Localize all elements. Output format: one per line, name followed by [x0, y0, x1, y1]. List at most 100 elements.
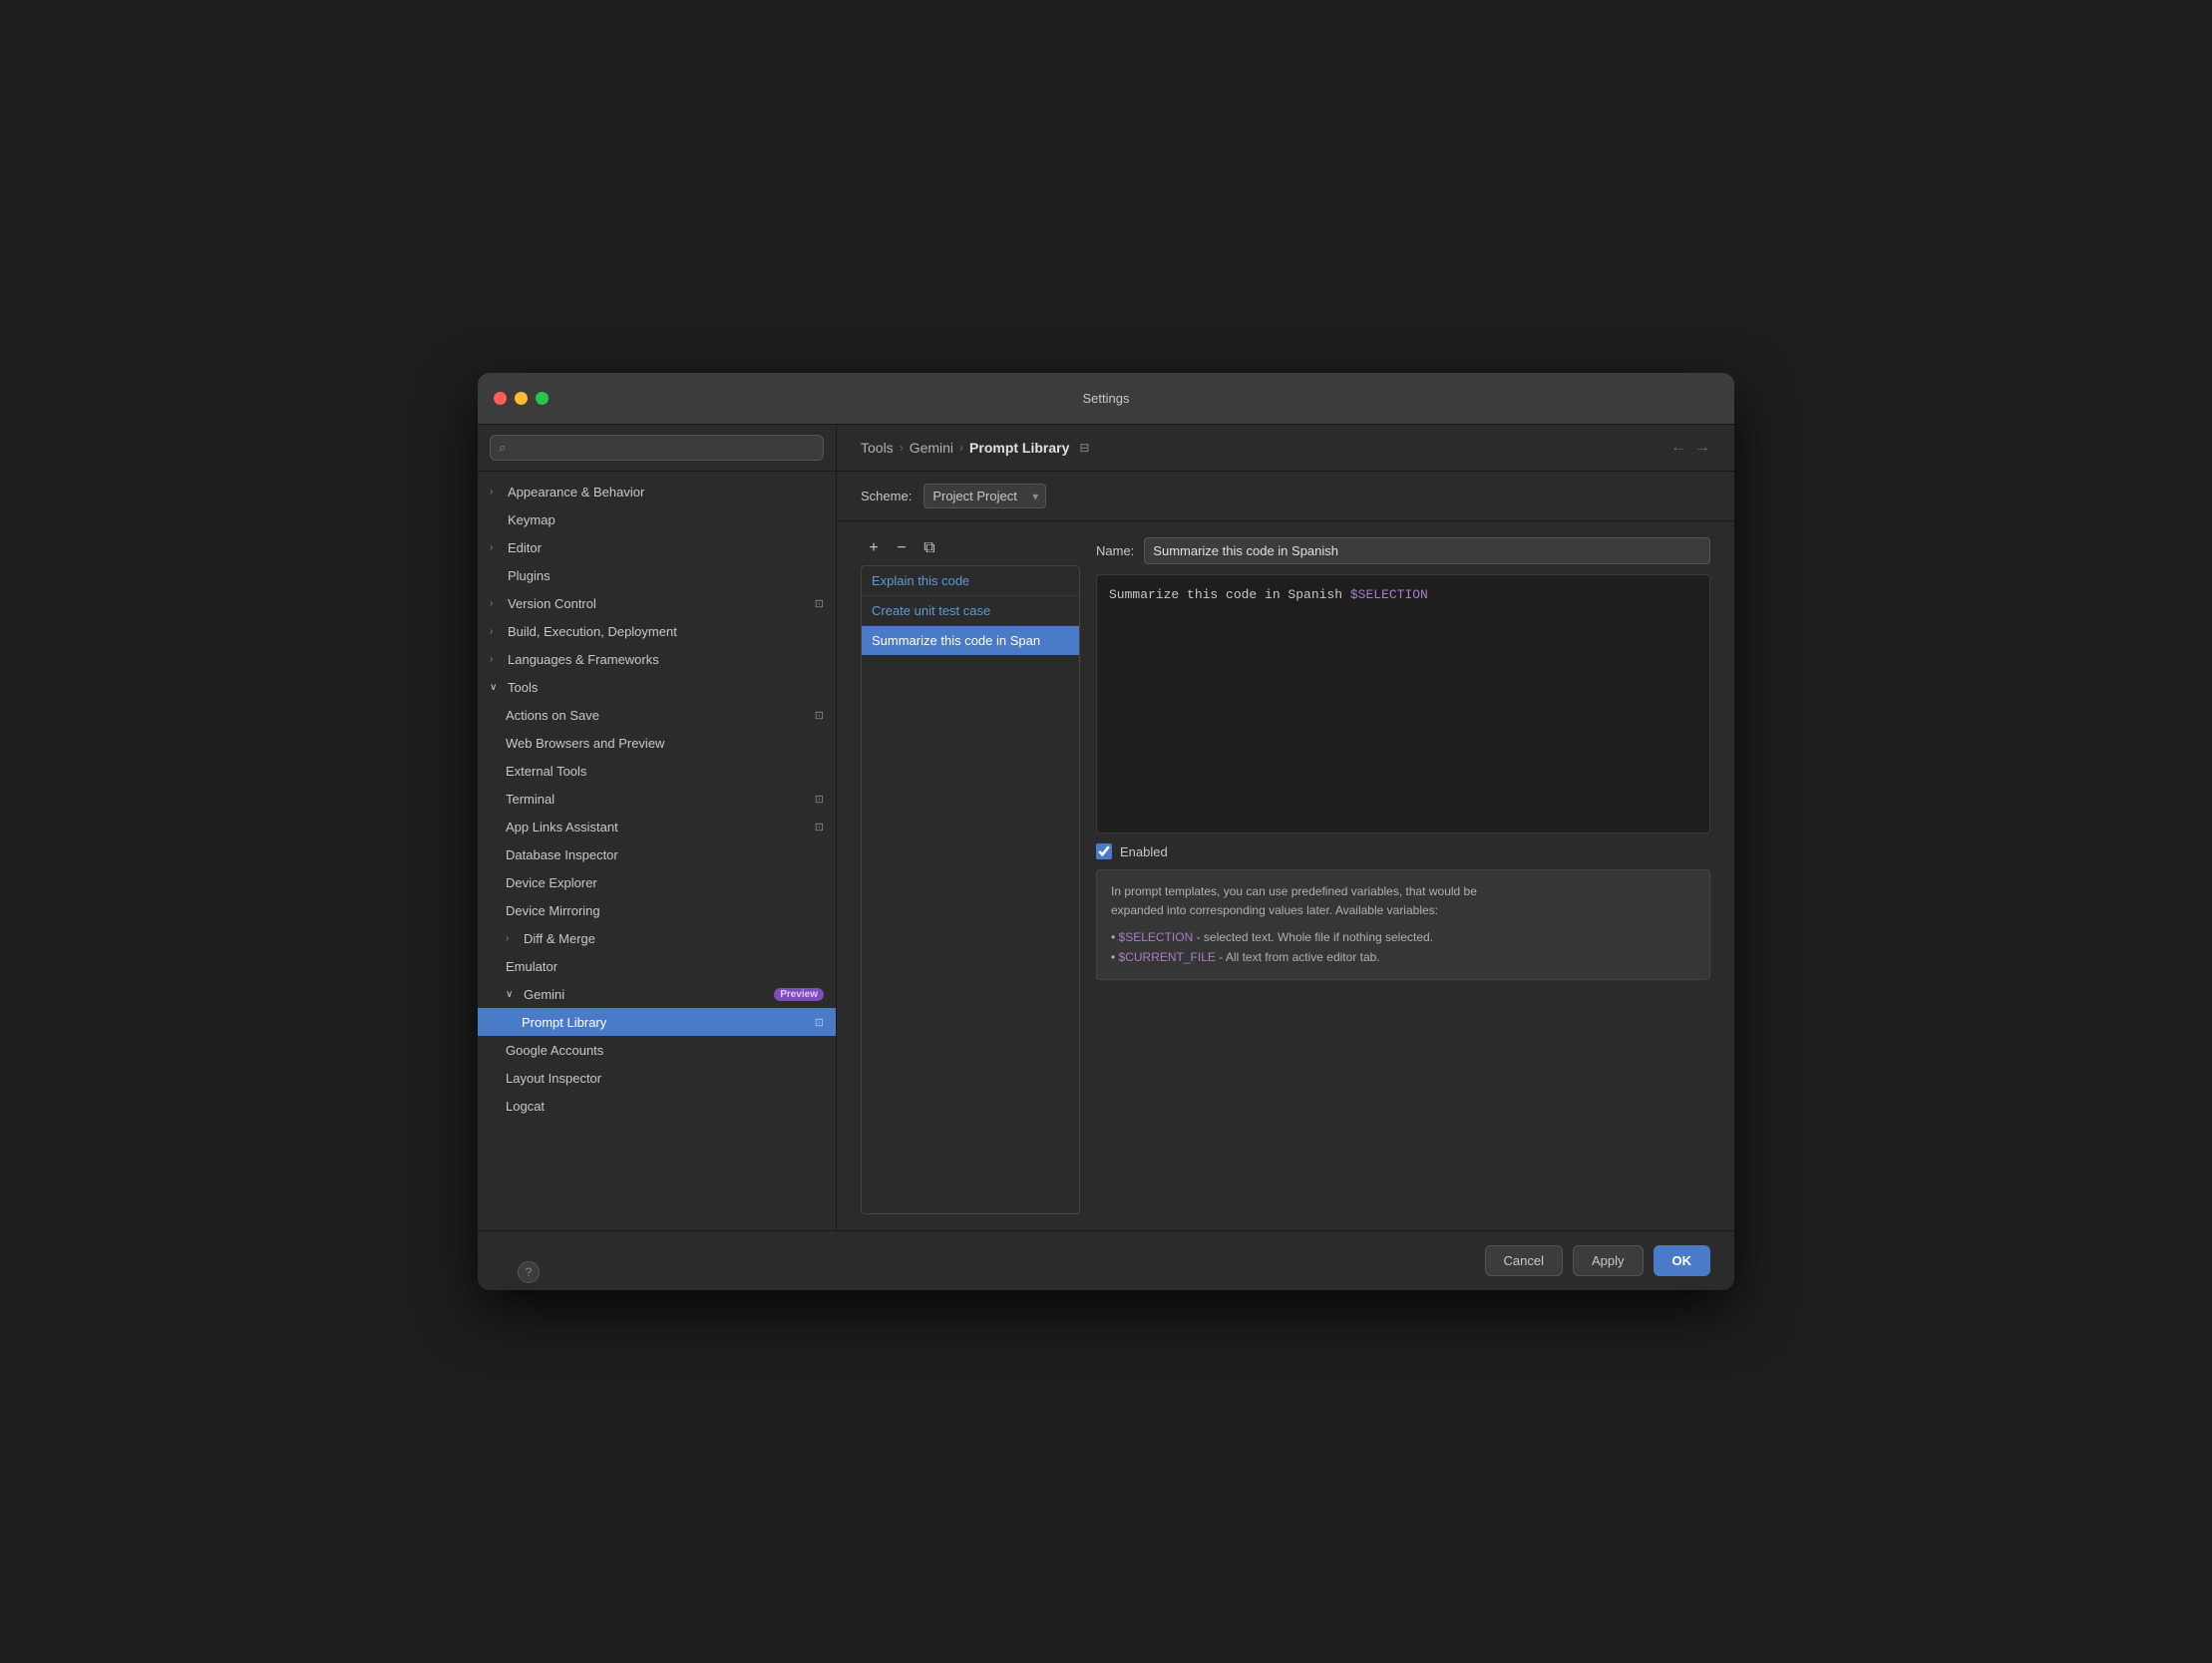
- copy-prompt-button[interactable]: ⧉: [917, 537, 942, 559]
- breadcrumb-bar: Tools › Gemini › Prompt Library ⊟ ← →: [837, 425, 1734, 472]
- sidebar-item-terminal[interactable]: Terminal ⊡: [478, 785, 836, 813]
- prompt-item-explain[interactable]: Explain this code: [862, 566, 1079, 596]
- sidebar-item-google-accounts[interactable]: Google Accounts: [478, 1036, 836, 1064]
- prompt-textarea[interactable]: Summarize this code in Spanish $SELECTIO…: [1096, 574, 1710, 833]
- sidebar-item-languages[interactable]: › Languages & Frameworks: [478, 645, 836, 673]
- search-wrapper: ⌕: [490, 435, 824, 461]
- info-bullet-1: • $SELECTION - selected text. Whole file…: [1111, 928, 1695, 947]
- content-panel: + − ⧉ Explain this code Create unit test…: [837, 521, 1734, 1230]
- detail-panel: Name: Summarize this code in Spanish $SE…: [1096, 537, 1710, 1214]
- sidebar-item-label: Prompt Library: [522, 1015, 811, 1030]
- sidebar-item-database-inspector[interactable]: Database Inspector: [478, 840, 836, 868]
- nav-forward-button[interactable]: →: [1694, 439, 1710, 457]
- prompt-editor-wrapper: Summarize this code in Spanish $SELECTIO…: [1096, 574, 1710, 833]
- sidebar-item-actions-on-save[interactable]: Actions on Save ⊡: [478, 701, 836, 729]
- sidebar-item-plugins[interactable]: Plugins: [478, 561, 836, 589]
- info-line1: In prompt templates, you can use predefi…: [1111, 882, 1695, 901]
- sidebar-item-label: Gemini: [524, 987, 770, 1002]
- sidebar-item-emulator[interactable]: Emulator: [478, 952, 836, 980]
- prompt-text-prefix: Summarize this code in Spanish: [1109, 587, 1350, 602]
- sidebar-item-device-explorer[interactable]: Device Explorer: [478, 868, 836, 896]
- scheme-dropdown[interactable]: Project Project: [923, 484, 1046, 508]
- info-bullet-2: • $CURRENT_FILE - All text from active e…: [1111, 948, 1695, 967]
- sidebar-item-app-links[interactable]: App Links Assistant ⊡: [478, 813, 836, 840]
- modified-indicator: ⊡: [815, 1016, 824, 1029]
- window-title: Settings: [1083, 391, 1130, 406]
- close-button[interactable]: [494, 392, 507, 405]
- name-input[interactable]: [1144, 537, 1710, 564]
- nav-arrows: ← →: [1670, 439, 1710, 457]
- chevron-icon: ›: [490, 542, 504, 553]
- sidebar-item-logcat[interactable]: Logcat: [478, 1092, 836, 1120]
- preview-badge: Preview: [774, 988, 824, 1001]
- breadcrumb-sep-1: ›: [900, 441, 904, 455]
- maximize-button[interactable]: [536, 392, 549, 405]
- chevron-down-icon: ∨: [506, 989, 520, 1000]
- search-input[interactable]: [512, 441, 815, 456]
- breadcrumb-sep-2: ›: [959, 441, 963, 455]
- chevron-icon: ›: [490, 598, 504, 609]
- chevron-icon: ›: [490, 654, 504, 665]
- add-prompt-button[interactable]: +: [861, 537, 887, 559]
- apply-button[interactable]: Apply: [1573, 1245, 1644, 1276]
- cancel-button[interactable]: Cancel: [1485, 1245, 1563, 1276]
- prompt-list: Explain this code Create unit test case …: [861, 565, 1080, 1214]
- prompt-keyword: $SELECTION: [1350, 587, 1428, 602]
- modified-indicator: ⊡: [815, 793, 824, 806]
- sidebar-item-label: Actions on Save: [506, 708, 811, 723]
- sidebar-item-label: Database Inspector: [506, 847, 824, 862]
- sidebar-item-web-browsers[interactable]: Web Browsers and Preview: [478, 729, 836, 757]
- current-file-keyword: $CURRENT_FILE: [1119, 950, 1216, 964]
- chevron-down-icon: ∨: [490, 682, 504, 693]
- sidebar-item-label: App Links Assistant: [506, 820, 811, 834]
- sidebar-item-label: Keymap: [508, 512, 824, 527]
- sidebar-item-layout-inspector[interactable]: Layout Inspector: [478, 1064, 836, 1092]
- sidebar-item-label: Version Control: [508, 596, 811, 611]
- list-toolbar: + − ⧉: [861, 537, 1080, 559]
- sidebar-item-editor[interactable]: › Editor: [478, 533, 836, 561]
- footer: ? Cancel Apply OK: [478, 1230, 1734, 1290]
- chevron-icon: ›: [490, 487, 504, 498]
- scheme-row: Scheme: Project Project: [837, 472, 1734, 521]
- search-bar: ⌕: [478, 425, 836, 472]
- breadcrumb-prompt-library[interactable]: Prompt Library: [969, 440, 1069, 456]
- sidebar-item-tools[interactable]: ∨ Tools: [478, 673, 836, 701]
- titlebar: Settings: [478, 373, 1734, 425]
- sidebar-item-prompt-library[interactable]: Prompt Library ⊡: [478, 1008, 836, 1036]
- info-box: In prompt templates, you can use predefi…: [1096, 869, 1710, 980]
- sidebar-item-label: Languages & Frameworks: [508, 652, 824, 667]
- sidebar-tree: › Appearance & Behavior Keymap › Editor …: [478, 472, 836, 1230]
- prompt-item-summarize[interactable]: Summarize this code in Span: [862, 626, 1079, 655]
- main-content: ⌕ › Appearance & Behavior Keymap ›: [478, 425, 1734, 1230]
- modified-indicator: ⊡: [815, 709, 824, 722]
- prompt-item-unit-test[interactable]: Create unit test case: [862, 596, 1079, 626]
- nav-back-button[interactable]: ←: [1670, 439, 1686, 457]
- breadcrumb-tools[interactable]: Tools: [861, 440, 894, 456]
- sidebar-item-version-control[interactable]: › Version Control ⊡: [478, 589, 836, 617]
- sidebar-item-external-tools[interactable]: External Tools: [478, 757, 836, 785]
- sidebar-item-label: Device Mirroring: [506, 903, 824, 918]
- selection-keyword: $SELECTION: [1119, 930, 1194, 944]
- sidebar-item-build[interactable]: › Build, Execution, Deployment: [478, 617, 836, 645]
- sidebar-item-device-mirroring[interactable]: Device Mirroring: [478, 896, 836, 924]
- breadcrumb-gemini[interactable]: Gemini: [910, 440, 953, 456]
- sidebar-item-keymap[interactable]: Keymap: [478, 505, 836, 533]
- enabled-checkbox[interactable]: [1096, 843, 1112, 859]
- sidebar-item-label: Build, Execution, Deployment: [508, 624, 824, 639]
- sidebar-item-label: Google Accounts: [506, 1043, 824, 1058]
- ok-button[interactable]: OK: [1654, 1245, 1711, 1276]
- info-line2: expanded into corresponding values later…: [1111, 901, 1695, 920]
- minimize-button[interactable]: [515, 392, 528, 405]
- sidebar-item-diff-merge[interactable]: › Diff & Merge: [478, 924, 836, 952]
- sidebar-item-label: Editor: [508, 540, 824, 555]
- sidebar-item-gemini[interactable]: ∨ Gemini Preview: [478, 980, 836, 1008]
- sidebar-item-appearance[interactable]: › Appearance & Behavior: [478, 478, 836, 505]
- help-button[interactable]: ?: [518, 1261, 540, 1283]
- sidebar-item-label: Emulator: [506, 959, 824, 974]
- sidebar-item-label: Terminal: [506, 792, 811, 807]
- sidebar-item-label: Diff & Merge: [524, 931, 824, 946]
- remove-prompt-button[interactable]: −: [889, 537, 915, 559]
- sidebar-item-label: Web Browsers and Preview: [506, 736, 824, 751]
- sidebar-item-label: Logcat: [506, 1099, 824, 1114]
- sidebar-item-label: External Tools: [506, 764, 824, 779]
